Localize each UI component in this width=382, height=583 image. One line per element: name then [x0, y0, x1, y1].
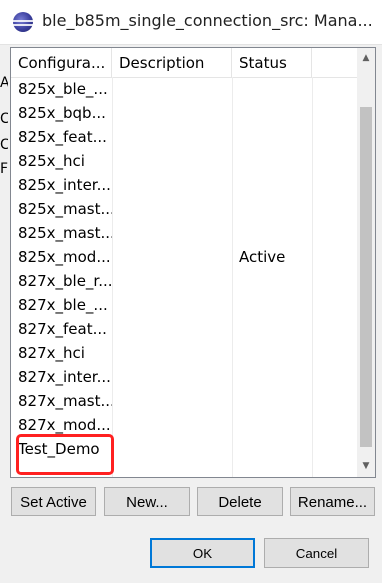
table-row[interactable]: 827x_ble_... — [11, 293, 358, 317]
cell-status — [232, 125, 312, 149]
cell-configuration-name: 825x_bqb... — [18, 104, 106, 122]
cell-description — [112, 437, 232, 461]
cell-description — [112, 269, 232, 293]
cell-configuration-name: 825x_feat... — [18, 128, 107, 146]
scrollbar-thumb[interactable] — [360, 107, 372, 447]
window-title: ble_b85m_single_connection_src: Mana... — [42, 11, 373, 30]
cell-configuration-name: 825x_inter... — [18, 176, 111, 194]
cell-status: Active — [239, 248, 286, 266]
column-header-description[interactable]: Description — [112, 48, 232, 77]
cell-status — [232, 389, 312, 413]
table-row[interactable]: 825x_mast... — [11, 221, 358, 245]
title-bar: ble_b85m_single_connection_src: Mana... — [0, 0, 382, 45]
vertical-scrollbar[interactable]: ▲ ▼ — [357, 48, 375, 477]
cell-configuration-name — [11, 461, 112, 477]
cell-configuration-name: 827x_mast... — [18, 392, 112, 410]
background-fragment: C — [0, 137, 8, 153]
cell-configuration-name: 827x_ble_... — [18, 296, 108, 314]
eclipse-icon — [13, 12, 33, 32]
background-fragment: F — [0, 161, 8, 177]
cell-configuration-name: 827x_hci — [18, 344, 85, 362]
manage-configurations-dialog: A C C F Configura... Description Status … — [0, 45, 382, 583]
cell-status — [232, 77, 312, 101]
table-row[interactable]: 825x_bqb... — [11, 101, 358, 125]
table-row[interactable]: 827x_hci — [11, 341, 358, 365]
cell-status — [232, 341, 312, 365]
cell-configuration-name: 825x_mast... — [18, 200, 112, 218]
cell-configuration-name: 827x_inter... — [18, 368, 111, 386]
cell-description — [112, 101, 232, 125]
cell-status — [232, 197, 312, 221]
cell-description — [112, 197, 232, 221]
table-row[interactable]: 827x_ble_r... — [11, 269, 358, 293]
cell-configuration-name: 825x_ble_... — [18, 80, 108, 98]
delete-button[interactable]: Delete — [197, 487, 283, 516]
background-fragment: C — [0, 111, 8, 127]
cancel-button[interactable]: Cancel — [264, 538, 369, 568]
cell-description — [112, 293, 232, 317]
table-row[interactable]: 827x_mast... — [11, 389, 358, 413]
table-row[interactable]: 827x_mod... — [11, 413, 358, 437]
cell-configuration-name: 827x_ble_r... — [18, 272, 112, 290]
table-row[interactable]: 825x_ble_... — [11, 77, 358, 101]
cell-description — [112, 389, 232, 413]
new-button[interactable]: New... — [104, 487, 190, 516]
cell-status — [232, 293, 312, 317]
cell-description — [112, 341, 232, 365]
cell-status — [232, 149, 312, 173]
cell-configuration-name: 825x_mast... — [18, 224, 112, 242]
table-row[interactable]: 825x_inter... — [11, 173, 358, 197]
cell-status — [232, 461, 312, 477]
table-row[interactable]: 825x_mast... — [11, 197, 358, 221]
cell-status — [232, 101, 312, 125]
cell-status — [232, 269, 312, 293]
background-fragment: A — [0, 75, 8, 91]
cell-configuration-name: 825x_hci — [18, 152, 85, 170]
column-header-configuration[interactable]: Configura... — [11, 48, 112, 77]
table-row[interactable]: 825x_mod... Active — [11, 245, 358, 269]
cell-status — [232, 317, 312, 341]
rename-button[interactable]: Rename... — [290, 487, 375, 516]
scroll-up-arrow-icon[interactable]: ▲ — [357, 50, 375, 67]
scroll-down-arrow-icon[interactable]: ▼ — [357, 458, 375, 475]
table-row[interactable]: 827x_feat... — [11, 317, 358, 341]
cell-description — [112, 149, 232, 173]
cell-description — [112, 245, 232, 269]
cell-configuration-name: 827x_mod... — [18, 416, 111, 434]
column-header-status[interactable]: Status — [232, 48, 312, 77]
cell-configuration-name: Test_Demo — [18, 440, 100, 458]
set-active-button[interactable]: Set Active — [11, 487, 96, 516]
cell-description — [112, 317, 232, 341]
cell-description — [112, 413, 232, 437]
table-row[interactable] — [11, 461, 358, 477]
cell-description — [112, 365, 232, 389]
cell-description — [112, 125, 232, 149]
cell-status — [232, 221, 312, 245]
table-row[interactable]: Test_Demo — [11, 437, 358, 461]
table-header: Configura... Description Status — [11, 48, 358, 78]
cell-status — [232, 437, 312, 461]
table-row[interactable]: 825x_hci — [11, 149, 358, 173]
cell-description — [112, 461, 232, 477]
table-row[interactable]: 825x_feat... — [11, 125, 358, 149]
cell-status — [232, 365, 312, 389]
column-header-filler — [312, 48, 358, 77]
cell-description — [112, 221, 232, 245]
ok-button[interactable]: OK — [150, 538, 255, 568]
cell-description — [112, 173, 232, 197]
cell-description — [112, 77, 232, 101]
cell-status — [232, 413, 312, 437]
table-row[interactable]: 827x_inter... — [11, 365, 358, 389]
cell-status — [232, 173, 312, 197]
table-body: 825x_ble_... 825x_bqb... 825x_feat... 825x_… — [11, 77, 358, 477]
cell-configuration-name: 827x_feat... — [18, 320, 107, 338]
cell-configuration-name: 825x_mod... — [18, 248, 111, 266]
configurations-table[interactable]: Configura... Description Status 825x_ble… — [10, 47, 376, 478]
